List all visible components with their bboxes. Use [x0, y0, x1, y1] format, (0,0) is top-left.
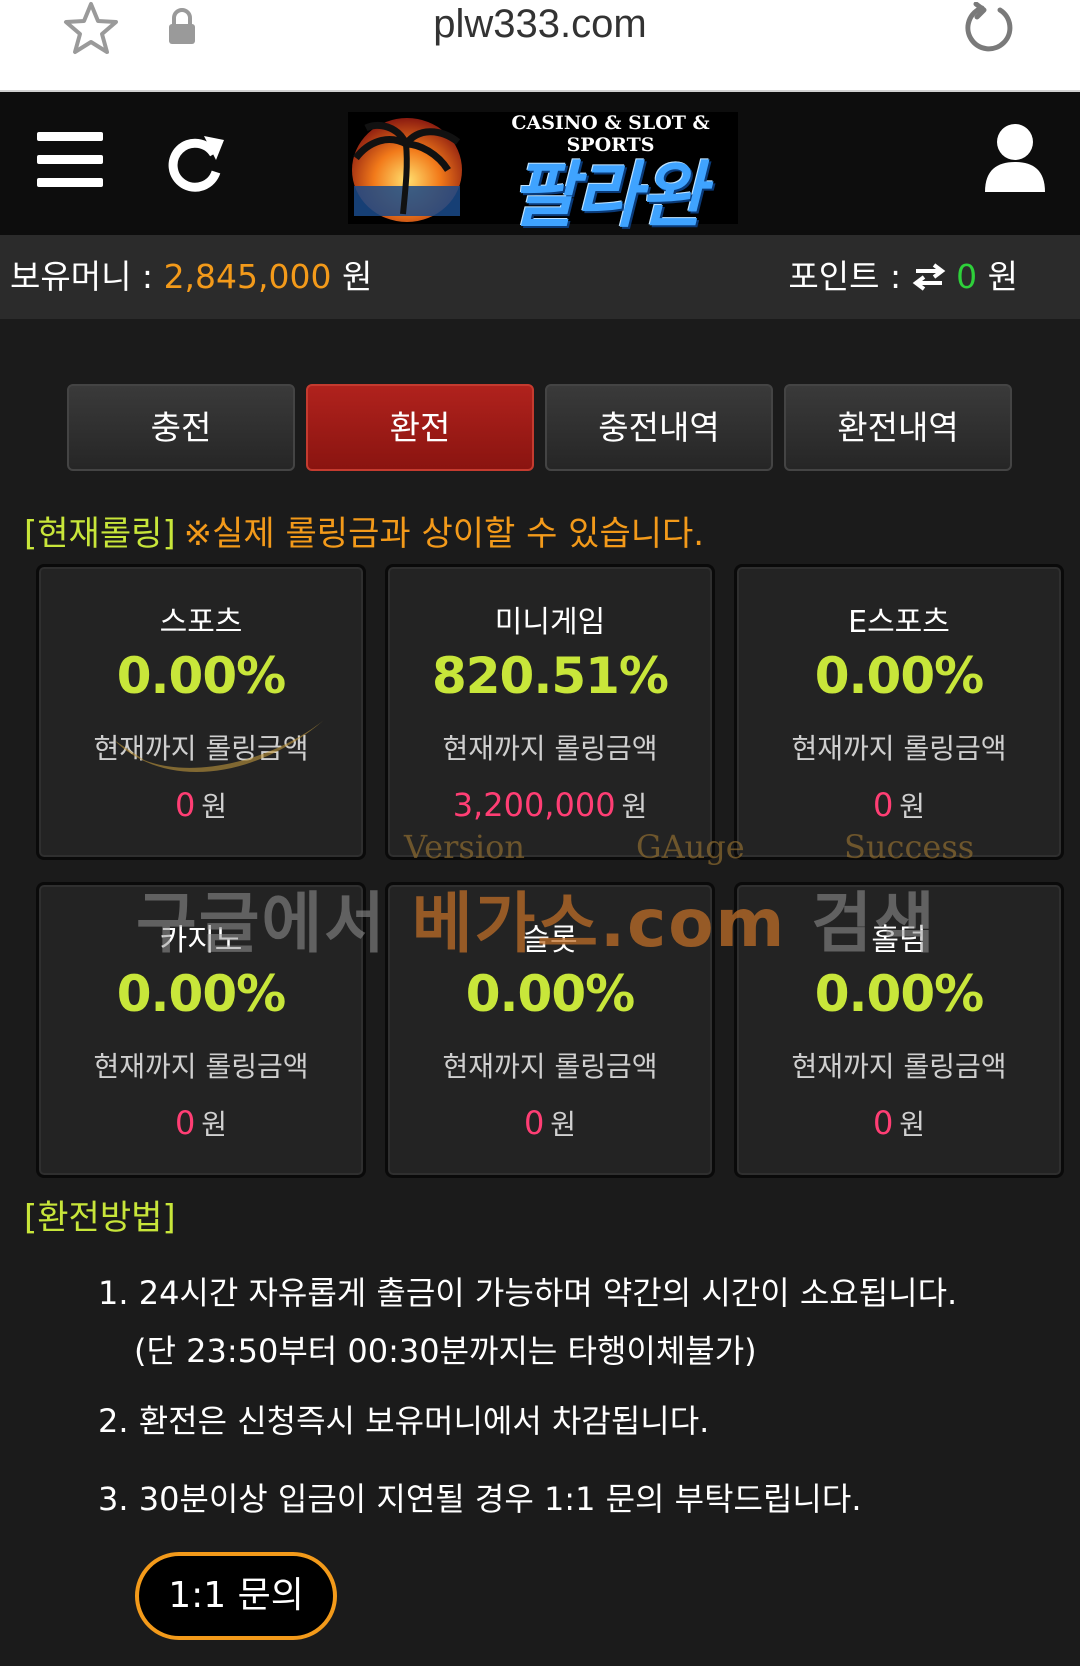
palm-sunset-emblem — [352, 118, 462, 222]
method-item-text: 1. 24시간 자유롭게 출금이 가능하며 약간의 시간이 소요됩니다. — [98, 1274, 958, 1312]
rolling-card-slot: 슬롯 0.00% 현재까지 롤링금액 0원 — [385, 882, 715, 1178]
logo-brand: 팔라완 — [510, 153, 706, 237]
tab-exchange[interactable]: 환전 — [306, 384, 534, 471]
inquiry-button[interactable]: 1:1 문의 — [135, 1552, 337, 1640]
method-item-text: 3. 30분이상 입금이 지연될 경우 1:1 문의 부탁드립니다. — [98, 1480, 862, 1518]
rolling-card-casino: 카지노 0.00% 현재까지 롤링금액 0원 — [36, 882, 366, 1178]
point-unit: 원 — [987, 257, 1018, 296]
card-caption: 현재까지 롤링금액 — [442, 1050, 658, 1083]
card-amount-value: 3,200,000 — [452, 786, 616, 824]
method-item-note: (단 23:50부터 00:30분까지는 타행이체불가) — [134, 1332, 757, 1370]
card-caption: 현재까지 롤링금액 — [93, 732, 309, 765]
method-item: 3. 30분이상 입금이 지연될 경우 1:1 문의 부탁드립니다. — [98, 1474, 1058, 1520]
card-amount: 0원 — [39, 785, 363, 825]
card-amount-unit: 원 — [899, 1108, 926, 1141]
rolling-section-title: [현재롤링] ※실제 롤링금과 상이할 수 있습니다. — [24, 506, 704, 555]
card-amount: 0원 — [39, 1103, 363, 1143]
card-percent: 0.00% — [814, 965, 984, 1023]
card-amount: 3,200,000 원 — [388, 785, 712, 825]
url-text[interactable]: plw333.com — [0, 2, 1080, 47]
card-percent: 0.00% — [116, 647, 286, 705]
card-name: E스포츠 — [848, 605, 950, 640]
rolling-card-sports: 스포츠 0.00% 현재까지 롤링금액 0원 — [36, 564, 366, 860]
card-amount-unit: 원 — [621, 790, 648, 823]
tab-charge-history[interactable]: 충전내역 — [545, 384, 773, 471]
method-item-text: 2. 환전은 신청즉시 보유머니에서 차감됩니다. — [98, 1402, 710, 1440]
method-section-title: [환전방법] — [24, 1198, 176, 1238]
card-percent: 0.00% — [814, 647, 984, 705]
card-name: 스포츠 — [159, 605, 243, 640]
user-icon[interactable] — [983, 122, 1047, 194]
card-caption: 현재까지 롤링금액 — [791, 1050, 1007, 1083]
point-balance: 포인트 : 0 원 — [788, 235, 1018, 319]
card-amount-value: 0 — [523, 1104, 545, 1142]
menu-icon[interactable] — [37, 132, 103, 188]
browser-address-bar: plw333.com — [0, 0, 1080, 92]
card-amount-unit: 원 — [201, 790, 228, 823]
card-amount-unit: 원 — [550, 1108, 577, 1141]
card-amount: 0원 — [737, 1103, 1061, 1143]
rolling-title: [현재롤링] — [24, 514, 176, 554]
card-amount-value: 0 — [872, 786, 894, 824]
card-amount-value: 0 — [174, 1104, 196, 1142]
card-percent: 0.00% — [465, 965, 635, 1023]
card-caption: 현재까지 롤링금액 — [442, 732, 658, 765]
rolling-card-minigame: 미니게임 820.51% 현재까지 롤링금액 3,200,000 원 — [385, 564, 715, 860]
method-item: 2. 환전은 신청즉시 보유머니에서 차감됩니다. — [98, 1396, 1058, 1442]
rolling-card-holdem: 홀덤 0.00% 현재까지 롤링금액 0원 — [734, 882, 1064, 1178]
card-name: 미니게임 — [494, 605, 606, 640]
card-amount-value: 0 — [872, 1104, 894, 1142]
point-label: 포인트 : — [788, 257, 902, 296]
money-amount: 2,845,000 — [163, 257, 332, 296]
card-name: 슬롯 — [522, 923, 578, 958]
rolling-cards: 스포츠 0.00% 현재까지 롤링금액 0원 미니게임 820.51% 현재까지… — [36, 564, 1066, 1180]
tab-charge[interactable]: 충전 — [67, 384, 295, 471]
card-name: 카지노 — [159, 923, 243, 958]
site-header: CASINO & SLOT & SPORTS 팔라완 — [0, 92, 1080, 237]
method-item: 1. 24시간 자유롭게 출금이 가능하며 약간의 시간이 소요됩니다. (단 … — [98, 1268, 1058, 1372]
site-logo[interactable]: CASINO & SLOT & SPORTS 팔라완 — [348, 112, 738, 237]
card-amount-unit: 원 — [899, 790, 926, 823]
money-balance: 보유머니 : 2,845,000 원 — [10, 235, 372, 319]
money-label: 보유머니 : — [10, 257, 154, 296]
tab-bar: 충전 환전 충전내역 환전내역 — [67, 384, 1013, 471]
point-amount: 0 — [956, 257, 978, 296]
card-caption: 현재까지 롤링금액 — [791, 732, 1007, 765]
card-percent: 0.00% — [116, 965, 286, 1023]
rolling-note: ※실제 롤링금과 상이할 수 있습니다. — [183, 514, 705, 554]
money-unit: 원 — [342, 257, 373, 296]
card-amount-unit: 원 — [201, 1108, 228, 1141]
card-amount: 0원 — [737, 785, 1061, 825]
balance-bar: 보유머니 : 2,845,000 원 포인트 : 0 원 — [0, 235, 1080, 319]
card-caption: 현재까지 롤링금액 — [93, 1050, 309, 1083]
tab-exchange-history[interactable]: 환전내역 — [784, 384, 1012, 471]
rolling-card-esports: E스포츠 0.00% 현재까지 롤링금액 0원 — [734, 564, 1064, 860]
exchange-arrows-icon[interactable] — [912, 263, 946, 291]
reload-icon[interactable] — [962, 2, 1014, 54]
card-percent: 820.51% — [431, 647, 669, 705]
card-name: 홀덤 — [871, 923, 927, 958]
refresh-icon[interactable] — [166, 132, 226, 192]
card-amount-value: 0 — [174, 786, 196, 824]
card-amount: 0원 — [388, 1103, 712, 1143]
